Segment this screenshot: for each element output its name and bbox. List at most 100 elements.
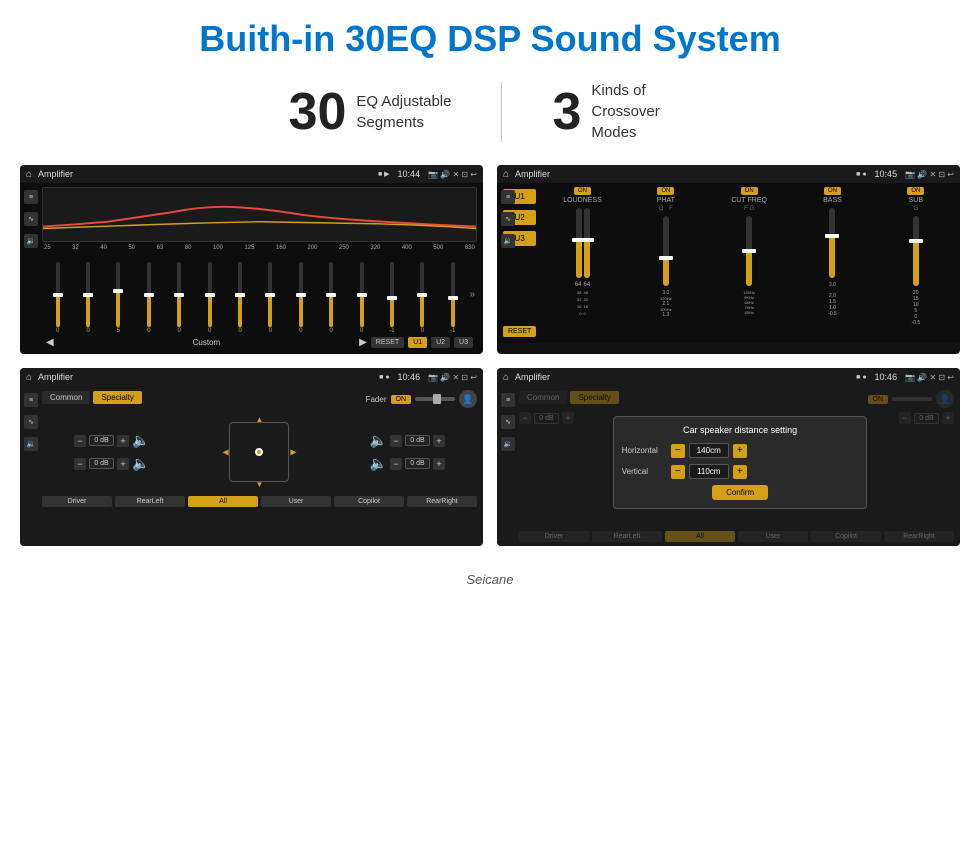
bass-on[interactable]: ON	[824, 187, 841, 195]
screen4-left-controls: ≡ ∿ 🔉	[501, 393, 515, 451]
screen4-bottom-btns: Driver RearLeft All User Copilot RearRig…	[519, 531, 954, 542]
loudness-slider2[interactable]	[584, 208, 590, 278]
eq-slider-2[interactable]: 0	[74, 262, 101, 334]
home-icon-4[interactable]: ⌂	[503, 372, 509, 383]
band-loudness: ON LOUDNESS 64 64	[542, 187, 622, 339]
horizontal-minus-btn[interactable]: −	[671, 444, 685, 458]
top-left-channel: − 0 dB + 🔈	[74, 432, 149, 449]
tl-plus-btn[interactable]: +	[117, 435, 129, 447]
distance-modal: Car speaker distance setting Horizontal …	[613, 416, 868, 509]
eq-slider-3[interactable]: 5	[105, 262, 132, 334]
u3-btn[interactable]: U3	[454, 337, 473, 348]
loudness-on[interactable]: ON	[574, 187, 591, 195]
fader-on-badge-4[interactable]: ON	[868, 395, 889, 404]
eq-slider-12[interactable]: -1	[378, 262, 405, 334]
screen1-eq-main: 253240506380100125160200250320400500630 …	[20, 183, 483, 354]
eq-slider-8[interactable]: 0	[257, 262, 284, 334]
screen2-bands: ON LOUDNESS 64 64	[542, 187, 956, 339]
filter-icon-4[interactable]: ≡	[501, 393, 515, 407]
sub-slider[interactable]	[913, 216, 919, 286]
eq-slider-9[interactable]: 0	[287, 262, 314, 334]
screen3-time: 10:46	[398, 372, 421, 382]
cutfreq-on[interactable]: ON	[741, 187, 758, 195]
rearleft-btn[interactable]: RearLeft	[115, 496, 185, 507]
tab-common-4[interactable]: Common	[519, 391, 567, 404]
bass-slider[interactable]	[829, 208, 835, 278]
screen4-status-bar: ⌂ Amplifier ■ ● 10:46 📷 🔊 ✕ ⊡ ↩	[497, 368, 960, 386]
fader-track[interactable]	[415, 397, 455, 401]
loudness-slider1[interactable]	[576, 208, 582, 278]
prev-btn[interactable]: ◀	[46, 337, 54, 348]
eq-slider-4[interactable]: 0	[135, 262, 162, 334]
band-sub: ON SUB G 20151050-0.5	[876, 187, 956, 339]
tl-minus-btn[interactable]: −	[74, 435, 86, 447]
tr-plus-btn[interactable]: +	[433, 435, 445, 447]
horizontal-plus-btn[interactable]: +	[733, 444, 747, 458]
rearright-btn-4: RearRight	[884, 531, 954, 542]
all-btn[interactable]: All	[188, 496, 258, 507]
fader-on-badge[interactable]: ON	[391, 395, 412, 404]
eq-slider-5[interactable]: 0	[166, 262, 193, 334]
phat-on[interactable]: ON	[657, 187, 674, 195]
eq-graph	[42, 187, 477, 242]
volume-icon-4[interactable]: 🔉	[501, 437, 515, 451]
u1-btn[interactable]: U1	[408, 337, 427, 348]
wave-icon-2[interactable]: ∿	[501, 212, 515, 226]
wave-icon[interactable]: ∿	[24, 212, 38, 226]
user-profile-icon-4[interactable]: 👤	[936, 390, 954, 408]
bl-db-val: 0 dB	[89, 458, 114, 469]
wave-icon-4[interactable]: ∿	[501, 415, 515, 429]
volume-icon-3[interactable]: 🔉	[24, 437, 38, 451]
wave-icon-3[interactable]: ∿	[24, 415, 38, 429]
filter-icon-2[interactable]: ≡	[501, 190, 515, 204]
reset-button[interactable]: RESET	[503, 326, 536, 337]
horizontal-label: Horizontal	[622, 446, 667, 455]
car-center-dot	[255, 448, 263, 456]
user-btn[interactable]: User	[261, 496, 331, 507]
home-icon-2[interactable]: ⌂	[503, 169, 509, 180]
home-icon-3[interactable]: ⌂	[26, 372, 32, 383]
u2-btn[interactable]: U2	[431, 337, 450, 348]
tab-common[interactable]: Common	[42, 391, 90, 404]
cutfreq-slider[interactable]	[746, 216, 752, 286]
vertical-plus-btn[interactable]: +	[733, 465, 747, 479]
eq-slider-14[interactable]: -1	[439, 262, 466, 334]
rearright-btn[interactable]: RearRight	[407, 496, 477, 507]
tab-specialty[interactable]: Specialty	[93, 391, 141, 404]
user-profile-icon[interactable]: 👤	[459, 390, 477, 408]
br-plus-btn[interactable]: +	[433, 458, 445, 470]
br-speaker-icon: 🔈	[370, 455, 387, 472]
eq-slider-10[interactable]: 0	[318, 262, 345, 334]
rearleft-btn-4: RearLeft	[592, 531, 662, 542]
copilot-btn[interactable]: Copilot	[334, 496, 404, 507]
next-btn[interactable]: ▶	[359, 337, 367, 348]
eq-slider-11[interactable]: 0	[348, 262, 375, 334]
filter-icon[interactable]: ≡	[24, 190, 38, 204]
eq-slider-7[interactable]: 0	[226, 262, 253, 334]
eq-sliders: 0 0 5 0 0	[42, 254, 477, 334]
br-minus-btn[interactable]: −	[390, 458, 402, 470]
phat-slider[interactable]	[663, 216, 669, 286]
eq-labels: 253240506380100125160200250320400500630	[42, 245, 477, 251]
right-channels: 🔈 − 0 dB + 🔈 − 0 dB +	[370, 432, 445, 472]
eq-scroll-right-icon[interactable]: »	[469, 289, 475, 300]
vertical-minus-btn[interactable]: −	[671, 465, 685, 479]
volume-icon-2[interactable]: 🔉	[501, 234, 515, 248]
volume-down-icon[interactable]: 🔉	[24, 234, 38, 248]
arrow-up-icon: ▲	[256, 415, 264, 424]
eq-slider-13[interactable]: 0	[409, 262, 436, 334]
reset-btn[interactable]: RESET	[371, 337, 404, 348]
tr-minus-btn[interactable]: −	[390, 435, 402, 447]
eq-slider-6[interactable]: 0	[196, 262, 223, 334]
bl-plus-btn[interactable]: +	[117, 458, 129, 470]
home-icon[interactable]: ⌂	[26, 169, 32, 180]
eq-slider-1[interactable]: 0	[44, 262, 71, 334]
driver-btn[interactable]: Driver	[42, 496, 112, 507]
screen4-icons: 📷 🔊 ✕ ⊡ ↩	[905, 373, 954, 382]
sub-on[interactable]: ON	[907, 187, 924, 195]
tab-specialty-4[interactable]: Specialty	[570, 391, 618, 404]
confirm-btn[interactable]: Confirm	[712, 485, 768, 500]
crossover-label: Kinds of Crossover Modes	[591, 80, 691, 143]
filter-icon-3[interactable]: ≡	[24, 393, 38, 407]
bl-minus-btn[interactable]: −	[74, 458, 86, 470]
